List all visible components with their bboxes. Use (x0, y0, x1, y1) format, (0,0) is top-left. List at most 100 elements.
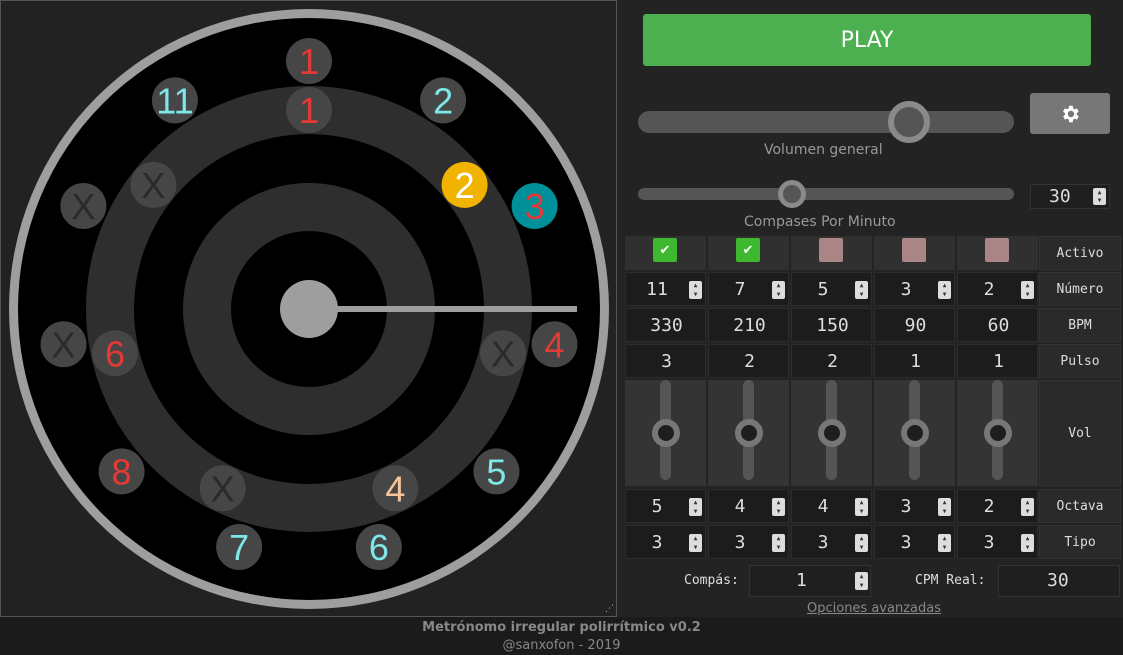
octava-spinner[interactable]: ▲ ▼ (855, 498, 868, 516)
tipo-spinner[interactable]: ▲ ▼ (938, 534, 951, 552)
cpm-slider-knob[interactable] (778, 180, 807, 208)
outer-ring-marker-2: 2 (420, 77, 467, 124)
numero-cell[interactable]: 5 ▲ ▼ (791, 272, 872, 306)
tipo-cell[interactable]: 3 ▲ ▼ (874, 525, 955, 559)
bpm-value: 60 (987, 314, 1010, 336)
activo-checkbox[interactable] (985, 238, 1009, 262)
octava-spinner[interactable]: ▲ ▼ (689, 498, 702, 516)
outer-ring-marker-label: 7 (229, 527, 249, 568)
row-label-vol: Vol (1039, 380, 1121, 486)
vol-slider-knob[interactable] (901, 419, 929, 447)
bpm-value: 330 (650, 314, 683, 336)
volume-slider-knob[interactable] (887, 101, 930, 143)
check-icon: ✔ (742, 242, 754, 258)
compas-spinner[interactable]: ▲ ▼ (855, 572, 868, 590)
row-label-pulso: Pulso (1039, 344, 1121, 378)
octava-spinner[interactable]: ▲ ▼ (1021, 498, 1034, 516)
tipo-spinner[interactable]: ▲ ▼ (772, 534, 785, 552)
outer-ring-marker-9: X (40, 321, 87, 368)
vol-slider-knob[interactable] (818, 419, 846, 447)
settings-button[interactable] (1030, 93, 1110, 134)
activo-cell (791, 236, 872, 270)
numero-cell[interactable]: 3 ▲ ▼ (874, 272, 955, 306)
numero-spinner[interactable]: ▲ ▼ (1021, 281, 1034, 299)
second-ring-marker-label: 4 (385, 468, 405, 509)
row-label-numero: Número (1039, 272, 1121, 306)
tipo-cell[interactable]: 3 ▲ ▼ (625, 525, 706, 559)
cpm-slider-track[interactable] (638, 188, 1014, 200)
outer-ring-marker-label: 1 (299, 41, 319, 82)
tipo-cell[interactable]: 3 ▲ ▼ (957, 525, 1038, 559)
pulso-cell: 1 (874, 344, 955, 378)
cpm-input[interactable]: 30 ▲ ▼ (1030, 184, 1110, 209)
outer-ring-marker-label: X (71, 186, 95, 227)
outer-ring-marker-label: 11 (156, 80, 193, 121)
compas-value: 1 (796, 570, 807, 591)
octava-cell[interactable]: 2 ▲ ▼ (957, 489, 1038, 523)
outer-ring-marker-label: X (52, 324, 76, 365)
play-button[interactable]: PLAY (643, 14, 1091, 66)
activo-checkbox[interactable] (819, 238, 843, 262)
pulso-value: 1 (910, 350, 921, 372)
octava-cell[interactable]: 5 ▲ ▼ (625, 489, 706, 523)
numero-spinner[interactable]: ▲ ▼ (689, 281, 702, 299)
second-ring-marker-label: 6 (105, 333, 125, 374)
advanced-options-link[interactable]: Opciones avanzadas (807, 601, 941, 616)
footer: Metrónomo irregular polirrítmico v0.2 @s… (0, 617, 1123, 655)
cpm-spinner[interactable]: ▲ ▼ (1093, 188, 1106, 205)
vol-slider-knob[interactable] (984, 419, 1012, 447)
numero-cell[interactable]: 7 ▲ ▼ (708, 272, 789, 306)
second-ring-marker-label: X (141, 165, 165, 206)
bpm-value: 210 (733, 314, 766, 336)
pulso-cell: 2 (791, 344, 872, 378)
tipo-spinner[interactable]: ▲ ▼ (855, 534, 868, 552)
compas-input[interactable]: 1 ▲ ▼ (749, 565, 871, 597)
bpm-cell: 90 (874, 308, 955, 342)
numero-cell[interactable]: 11 ▲ ▼ (625, 272, 706, 306)
outer-ring-marker-3: 3 (511, 182, 558, 229)
octava-spinner[interactable]: ▲ ▼ (938, 498, 951, 516)
vol-slider-knob[interactable] (735, 419, 763, 447)
numero-spinner[interactable]: ▲ ▼ (855, 281, 868, 299)
numero-spinner[interactable]: ▲ ▼ (938, 281, 951, 299)
tipo-cell[interactable]: 3 ▲ ▼ (708, 525, 789, 559)
second-ring-marker-label: 2 (455, 165, 475, 206)
row-label-octava: Octava (1039, 489, 1121, 523)
gear-icon (1063, 105, 1079, 122)
tipo-value: 3 (734, 531, 746, 553)
tipo-spinner[interactable]: ▲ ▼ (1021, 534, 1034, 552)
octava-cell[interactable]: 4 ▲ ▼ (708, 489, 789, 523)
octava-value: 3 (900, 495, 912, 517)
activo-checkbox[interactable]: ✔ (736, 238, 760, 262)
activo-checkbox[interactable] (902, 238, 926, 262)
activo-cell (957, 236, 1038, 270)
numero-cell[interactable]: 2 ▲ ▼ (957, 272, 1038, 306)
octava-cell[interactable]: 4 ▲ ▼ (791, 489, 872, 523)
vol-cell (625, 380, 706, 486)
row-label-bpm: BPM (1039, 308, 1121, 342)
tipo-spinner[interactable]: ▲ ▼ (689, 534, 702, 552)
vol-cell (791, 380, 872, 486)
metronome-dial: 12345678XX11 12X4X6X (9, 9, 609, 609)
volume-slider-track[interactable] (638, 111, 1014, 133)
numero-spinner[interactable]: ▲ ▼ (772, 281, 785, 299)
outer-ring-marker-label: 4 (544, 324, 564, 365)
numero-value: 2 (983, 278, 995, 300)
resize-handle-icon[interactable]: ⋰ (605, 604, 614, 614)
octava-spinner[interactable]: ▲ ▼ (772, 498, 785, 516)
activo-checkbox[interactable]: ✔ (653, 238, 677, 262)
octava-value: 4 (817, 495, 829, 517)
outer-ring-marker-label: 2 (433, 80, 453, 121)
outer-ring-marker-4: 4 (531, 321, 578, 368)
vol-slider-knob[interactable] (652, 419, 680, 447)
second-ring-marker-label: X (211, 468, 235, 509)
cpm-caption: Compases Por Minuto (744, 214, 896, 230)
tipo-value: 3 (900, 531, 912, 553)
control-panel: PLAY Volumen general Compases Por Minuto… (617, 0, 1123, 617)
octava-cell[interactable]: 3 ▲ ▼ (874, 489, 955, 523)
volume-caption: Volumen general (764, 142, 883, 158)
outer-ring-marker-label: 6 (369, 527, 389, 568)
second-ring-marker-label: X (491, 333, 515, 374)
bpm-cell: 210 (708, 308, 789, 342)
tipo-cell[interactable]: 3 ▲ ▼ (791, 525, 872, 559)
